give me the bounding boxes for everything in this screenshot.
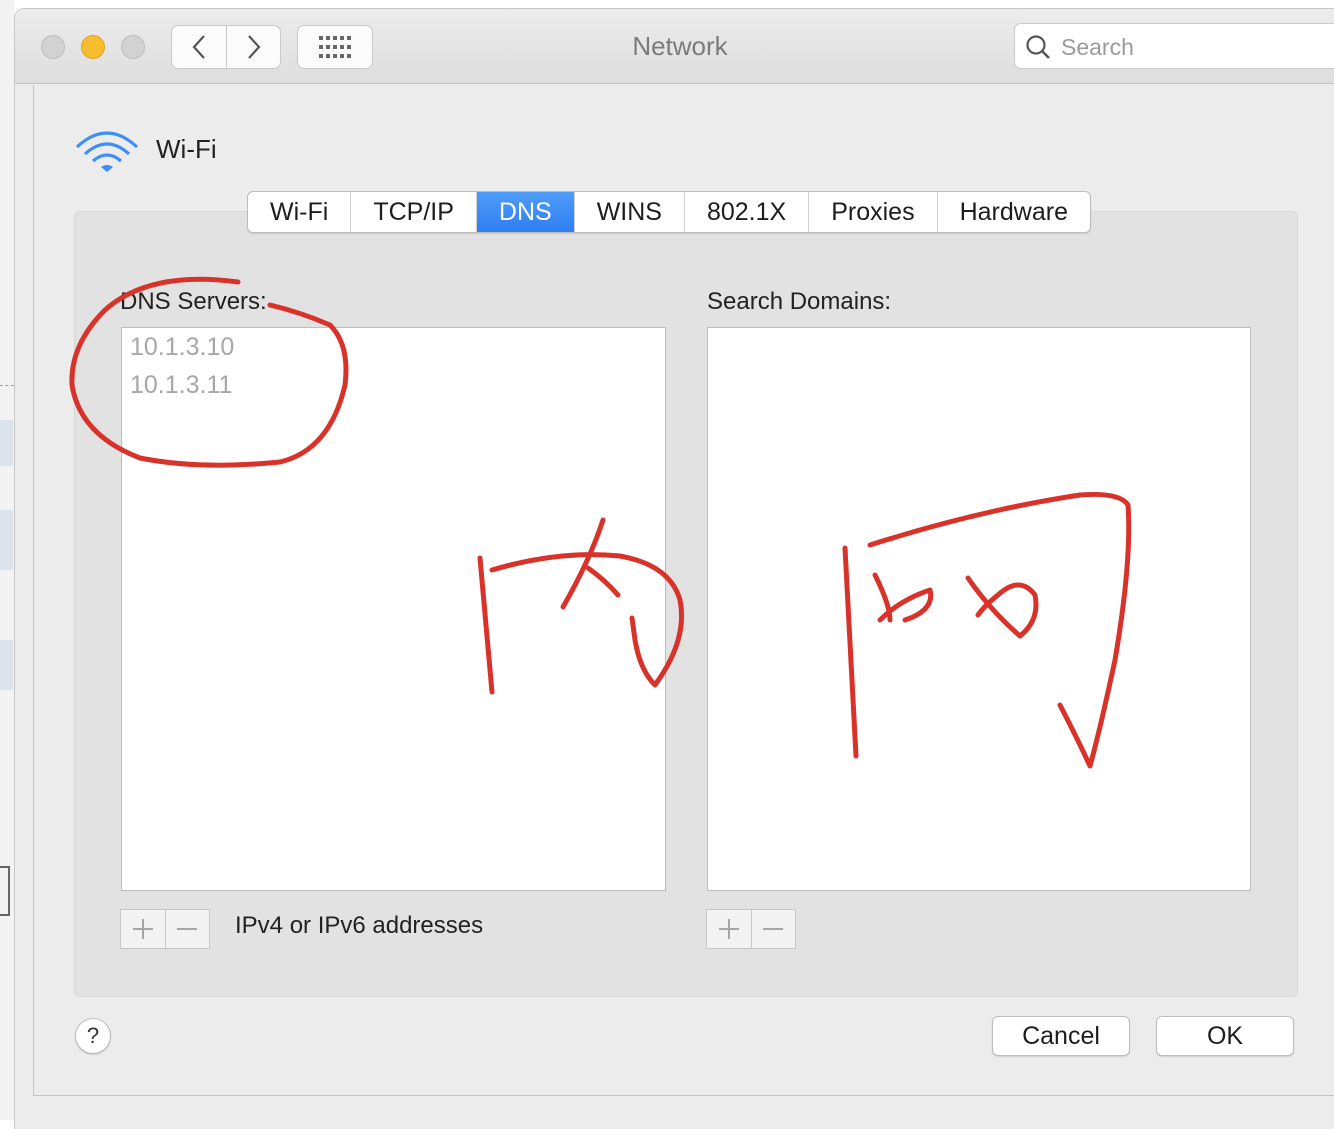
tab-hardware[interactable]: Hardware: [938, 192, 1090, 232]
help-button[interactable]: ?: [75, 1018, 111, 1054]
remove-search-domain-button[interactable]: [752, 910, 796, 948]
tab-wins[interactable]: WINS: [575, 192, 685, 232]
dns-servers-label: DNS Servers:: [120, 288, 267, 315]
search-field[interactable]: [1014, 23, 1334, 69]
background-row: [0, 420, 13, 466]
background-divider: [0, 385, 14, 386]
search-domains-list[interactable]: [707, 327, 1251, 891]
window-title-text: Network: [632, 31, 728, 61]
interface-name: Wi-Fi: [156, 133, 217, 164]
network-window: Network Wi-Fi DNS Servers: 10.1.3.10 10.…: [14, 8, 1334, 1129]
tab-tcpip[interactable]: TCP/IP: [351, 192, 477, 232]
list-item[interactable]: 10.1.3.10: [122, 328, 665, 366]
tab-proxies[interactable]: Proxies: [809, 192, 938, 232]
title-bar: Network: [15, 9, 1334, 84]
remove-dns-server-button[interactable]: [166, 910, 210, 948]
search-domains-add-remove: [706, 909, 796, 949]
settings-sheet: Wi-Fi DNS Servers: 10.1.3.10 10.1.3.11 I…: [33, 85, 1334, 1096]
tab-8021x[interactable]: 802.1X: [685, 192, 810, 232]
tab-dns[interactable]: DNS: [476, 192, 575, 232]
dns-servers-add-remove: [120, 909, 210, 949]
list-item[interactable]: 10.1.3.11: [122, 366, 665, 404]
dns-panel: DNS Servers: 10.1.3.10 10.1.3.11 IPv4 or…: [74, 211, 1298, 997]
tab-bar: Wi-Fi TCP/IP DNS WINS 802.1X Proxies Har…: [247, 191, 1091, 233]
dns-servers-list[interactable]: 10.1.3.10 10.1.3.11: [121, 327, 666, 891]
plus-icon: [718, 919, 739, 939]
search-icon: [1026, 35, 1050, 59]
cancel-button[interactable]: Cancel: [992, 1016, 1130, 1056]
add-dns-server-button[interactable]: [121, 910, 166, 948]
add-search-domain-button[interactable]: [707, 910, 752, 948]
interface-header: Wi-Fi: [74, 125, 217, 173]
plus-icon: [132, 919, 153, 939]
minus-icon: [763, 928, 784, 930]
search-input[interactable]: [1059, 30, 1333, 64]
dns-servers-hint: IPv4 or IPv6 addresses: [235, 912, 484, 939]
search-domains-label: Search Domains:: [707, 288, 892, 315]
wifi-icon: [75, 131, 139, 172]
ok-button[interactable]: OK: [1156, 1016, 1294, 1056]
background-row: [0, 510, 13, 570]
background-frame: [0, 866, 10, 916]
background-row: [0, 640, 13, 690]
tab-wifi[interactable]: Wi-Fi: [248, 192, 352, 232]
minus-icon: [177, 928, 198, 930]
